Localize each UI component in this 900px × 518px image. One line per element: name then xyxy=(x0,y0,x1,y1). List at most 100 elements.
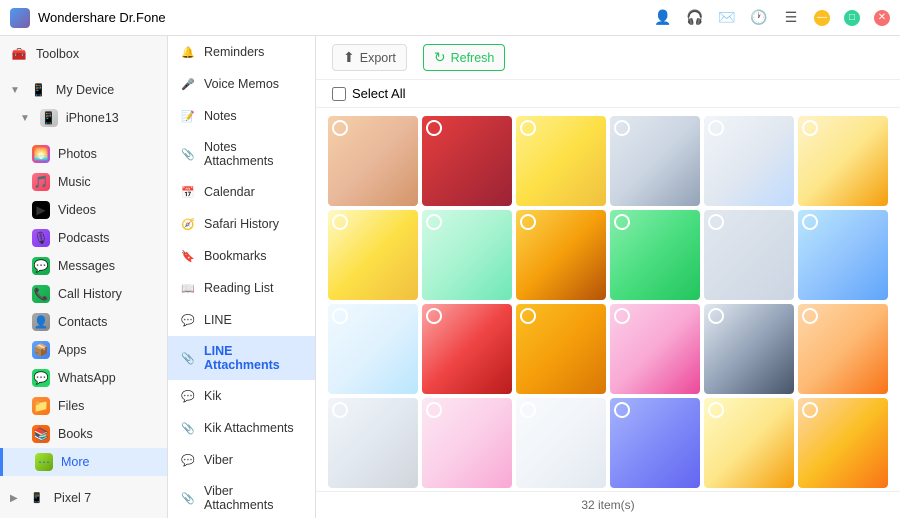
reading-list-icon: 📖 xyxy=(180,280,196,296)
image-cell-img3[interactable] xyxy=(516,116,606,206)
sidebar-item-music[interactable]: 🎵 Music xyxy=(0,168,167,196)
image-cell-img1[interactable] xyxy=(328,116,418,206)
voice-memos-label: Voice Memos xyxy=(204,77,279,91)
image-cell-img16[interactable] xyxy=(610,304,700,394)
image-checkbox-img19 xyxy=(332,402,348,418)
kik-attachments-icon: 📎 xyxy=(180,420,196,436)
sidebar-item-iphone13[interactable]: ▼ 📱 iPhone13 xyxy=(0,104,167,132)
sidebar-item-apps[interactable]: 📦 Apps xyxy=(0,336,167,364)
image-cell-img14[interactable] xyxy=(422,304,512,394)
calendar-icon: 📅 xyxy=(180,184,196,200)
mid-item-kik-attachments[interactable]: 📎 Kik Attachments xyxy=(168,412,315,444)
image-cell-img2[interactable] xyxy=(422,116,512,206)
sidebar-item-callhist[interactable]: 📞 Call History xyxy=(0,280,167,308)
mid-item-safari-history[interactable]: 🧭 Safari History xyxy=(168,208,315,240)
image-cell-img9[interactable] xyxy=(516,210,606,300)
image-cell-img15[interactable] xyxy=(516,304,606,394)
check-circle-img3 xyxy=(520,120,536,136)
check-circle-img2 xyxy=(426,120,442,136)
sidebar-item-books[interactable]: 📚 Books xyxy=(0,420,167,448)
image-cell-img17[interactable] xyxy=(704,304,794,394)
mid-item-viber-attachments[interactable]: 📎 Viber Attachments xyxy=(168,476,315,518)
maximize-button[interactable]: □ xyxy=(844,10,860,26)
select-all-checkbox[interactable] xyxy=(332,87,346,101)
image-cell-img6[interactable] xyxy=(798,116,888,206)
calendar-label: Calendar xyxy=(204,185,255,199)
iphone13-label: iPhone13 xyxy=(66,111,119,125)
kik-icon: 💬 xyxy=(180,388,196,404)
image-cell-img7[interactable] xyxy=(328,210,418,300)
headset-icon[interactable]: 🎧 xyxy=(686,9,704,27)
image-cell-img23[interactable] xyxy=(704,398,794,488)
sidebar-item-photos[interactable]: 🌅 Photos xyxy=(0,140,167,168)
check-circle-img4 xyxy=(614,120,630,136)
music-icon: 🎵 xyxy=(32,173,50,191)
mid-item-kik[interactable]: 💬 Kik xyxy=(168,380,315,412)
image-cell-img20[interactable] xyxy=(422,398,512,488)
image-cell-img19[interactable] xyxy=(328,398,418,488)
mid-item-bookmarks[interactable]: 🔖 Bookmarks xyxy=(168,240,315,272)
sidebar-item-messages[interactable]: 💬 Messages xyxy=(0,252,167,280)
user-icon[interactable]: 👤 xyxy=(654,9,672,27)
mid-item-viber[interactable]: 💬 Viber xyxy=(168,444,315,476)
notes-icon: 📝 xyxy=(180,108,196,124)
image-cell-img13[interactable] xyxy=(328,304,418,394)
sidebar-item-pixel7[interactable]: ▶ 📱 Pixel 7 xyxy=(0,484,167,512)
messages-icon: 💬 xyxy=(32,257,50,275)
image-cell-img22[interactable] xyxy=(610,398,700,488)
sidebar-item-contacts[interactable]: 👤 Contacts xyxy=(0,308,167,336)
callhist-label: Call History xyxy=(58,287,122,301)
close-button[interactable]: ✕ xyxy=(874,10,890,26)
books-icon: 📚 xyxy=(32,425,50,443)
image-cell-img21[interactable] xyxy=(516,398,606,488)
sidebar-item-podcasts[interactable]: 🎙 Podcasts xyxy=(0,224,167,252)
image-checkbox-img4 xyxy=(614,120,630,136)
pixel7-icon: 📱 xyxy=(28,489,46,507)
files-label: Files xyxy=(58,399,84,413)
sidebar-item-videos[interactable]: ▶ Videos xyxy=(0,196,167,224)
mid-item-reading-list[interactable]: 📖 Reading List xyxy=(168,272,315,304)
voice-memos-icon: 🎤 xyxy=(180,76,196,92)
whatsapp-icon: 💬 xyxy=(32,369,50,387)
check-circle-img13 xyxy=(332,308,348,324)
export-button[interactable]: ⬆ Export xyxy=(332,44,407,71)
mid-item-calendar[interactable]: 📅 Calendar xyxy=(168,176,315,208)
sidebar-item-files[interactable]: 📁 Files xyxy=(0,392,167,420)
image-cell-img4[interactable] xyxy=(610,116,700,206)
titlebar: Wondershare Dr.Fone 👤 🎧 ✉️ 🕐 ☰ — □ ✕ xyxy=(0,0,900,36)
image-cell-img12[interactable] xyxy=(798,210,888,300)
bookmarks-icon: 🔖 xyxy=(180,248,196,264)
image-checkbox-img23 xyxy=(708,402,724,418)
image-cell-img24[interactable] xyxy=(798,398,888,488)
content-area: ⬆ Export ↻ Refresh Select All 32 item(s) xyxy=(316,36,900,518)
sidebar-item-my-device[interactable]: ▼ 📱 My Device xyxy=(0,76,167,104)
kik-attachments-label: Kik Attachments xyxy=(204,421,294,435)
mid-item-notes[interactable]: 📝 Notes xyxy=(168,100,315,132)
sidebar-item-toolbox[interactable]: 🧰 Toolbox xyxy=(0,40,167,68)
image-cell-img8[interactable] xyxy=(422,210,512,300)
history-icon[interactable]: 🕐 xyxy=(750,9,768,27)
content-toolbar: ⬆ Export ↻ Refresh xyxy=(316,36,900,80)
reminders-label: Reminders xyxy=(204,45,264,59)
image-cell-img11[interactable] xyxy=(704,210,794,300)
image-cell-img10[interactable] xyxy=(610,210,700,300)
sidebar-item-more[interactable]: ⋯ More xyxy=(0,448,167,476)
iphone13-icon: 📱 xyxy=(40,109,58,127)
minimize-button[interactable]: — xyxy=(814,10,830,26)
mail-icon[interactable]: ✉️ xyxy=(718,9,736,27)
menu-icon[interactable]: ☰ xyxy=(782,9,800,27)
apps-icon: 📦 xyxy=(32,341,50,359)
sidebar-item-whatsapp[interactable]: 💬 WhatsApp xyxy=(0,364,167,392)
safari-history-label: Safari History xyxy=(204,217,279,231)
mid-item-voice-memos[interactable]: 🎤 Voice Memos xyxy=(168,68,315,100)
mid-item-line[interactable]: 💬 LINE xyxy=(168,304,315,336)
line-attachments-label: LINE Attachments xyxy=(204,344,303,372)
image-cell-img18[interactable] xyxy=(798,304,888,394)
refresh-button[interactable]: ↻ Refresh xyxy=(423,44,506,71)
sidebar-toolbox-section: 🧰 Toolbox xyxy=(0,36,167,72)
mid-item-line-attachments[interactable]: 📎 LINE Attachments xyxy=(168,336,315,380)
image-cell-img5[interactable] xyxy=(704,116,794,206)
mid-item-reminders[interactable]: 🔔 Reminders xyxy=(168,36,315,68)
mid-item-notes-attachments[interactable]: 📎 Notes Attachments xyxy=(168,132,315,176)
select-all-label: Select All xyxy=(352,86,405,101)
